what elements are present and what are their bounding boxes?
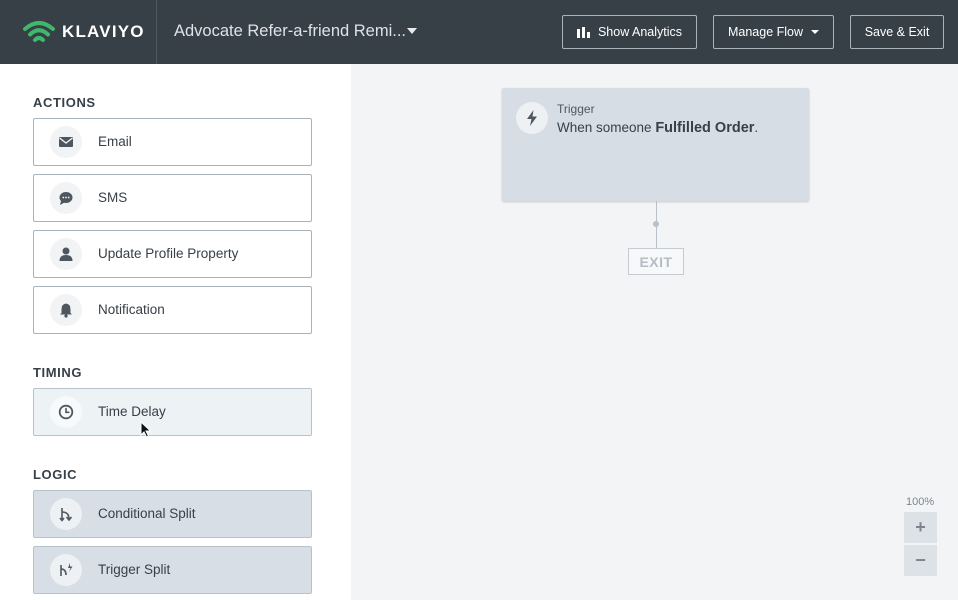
mouse-pointer-icon (140, 421, 152, 438)
action-update-profile-label: Update Profile Property (98, 246, 239, 261)
timing-time-delay[interactable]: Time Delay (33, 388, 312, 436)
trigger-description: When someone Fulfilled Order. (557, 120, 758, 136)
trigger-label: Trigger (557, 102, 595, 116)
brand-name: KLAVIYO (62, 22, 145, 41)
bell-icon (50, 294, 82, 326)
sidebar: ACTIONS Email SMS Update Profile Propert… (0, 64, 351, 600)
logic-heading: LOGIC (33, 467, 78, 482)
envelope-icon (50, 126, 82, 158)
action-email-label: Email (98, 134, 132, 149)
top-bar: KLAVIYO Advocate Refer-a-friend Remi... … (0, 0, 958, 64)
trigger-prefix: When someone (557, 120, 656, 135)
trigger-event: Fulfilled Order (655, 120, 755, 136)
conditional-split-label: Conditional Split (98, 506, 196, 521)
lightning-bolt-icon (516, 102, 548, 134)
action-sms-label: SMS (98, 190, 128, 205)
manage-flow-button[interactable]: Manage Flow (713, 15, 834, 49)
trigger-card[interactable]: Trigger When someone Fulfilled Order. (502, 88, 809, 201)
trigger-split-label: Trigger Split (98, 562, 171, 577)
save-exit-label: Save & Exit (864, 25, 930, 39)
logic-trigger-split[interactable]: Trigger Split (33, 546, 312, 594)
person-icon (50, 238, 82, 270)
action-notification-label: Notification (98, 302, 165, 317)
action-email[interactable]: Email (33, 118, 312, 166)
exit-node: EXIT (628, 248, 684, 275)
wifi-logo-icon (23, 21, 55, 42)
zoom-out-button[interactable]: − (904, 545, 937, 576)
manage-flow-label: Manage Flow (727, 25, 804, 39)
clock-icon (50, 396, 82, 428)
split-icon (50, 498, 82, 530)
show-analytics-label: Show Analytics (597, 25, 683, 39)
flow-canvas[interactable]: Trigger When someone Fulfilled Order. EX… (351, 64, 958, 600)
klaviyo-logo[interactable]: KLAVIYO (22, 19, 145, 45)
action-notification[interactable]: Notification (33, 286, 312, 334)
chat-bubble-icon (50, 182, 82, 214)
zoom-in-button[interactable]: + (904, 512, 937, 543)
connector-dot[interactable] (653, 221, 659, 227)
trigger-split-icon (50, 554, 82, 586)
chevron-down-icon[interactable] (407, 28, 417, 34)
trigger-suffix: . (754, 120, 759, 135)
caret-down-icon (811, 30, 820, 34)
action-update-profile-property[interactable]: Update Profile Property (33, 230, 312, 278)
time-delay-label: Time Delay (98, 404, 166, 419)
action-sms[interactable]: SMS (33, 174, 312, 222)
zoom-level: 100% (906, 496, 935, 508)
logic-conditional-split[interactable]: Conditional Split (33, 490, 312, 538)
actions-heading: ACTIONS (33, 95, 96, 110)
bar-chart-icon (576, 26, 590, 38)
flow-title[interactable]: Advocate Refer-a-friend Remi... (174, 22, 406, 41)
show-analytics-button[interactable]: Show Analytics (562, 15, 697, 49)
header-divider (156, 0, 157, 64)
timing-heading: TIMING (33, 365, 83, 380)
save-exit-button[interactable]: Save & Exit (850, 15, 944, 49)
